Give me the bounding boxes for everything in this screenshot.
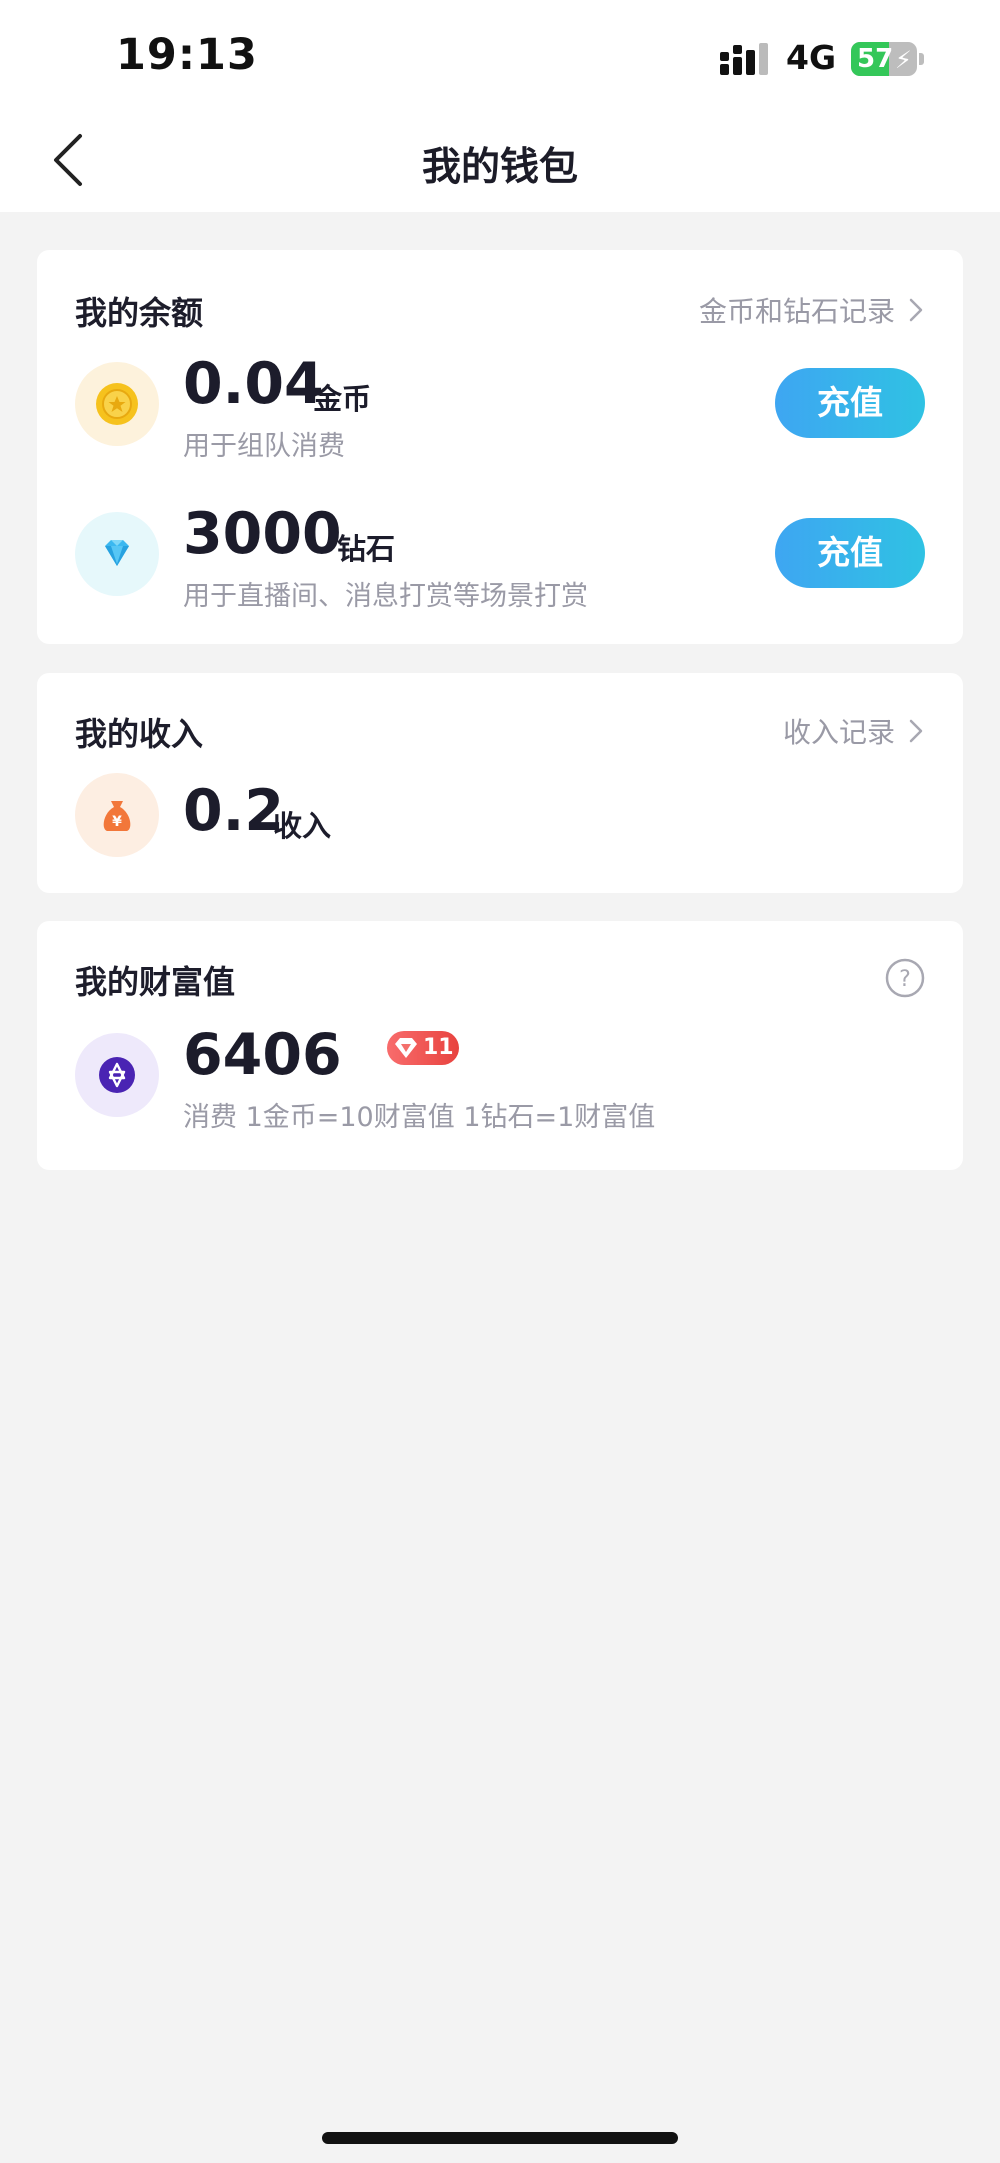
coin-diamond-records-label: 金币和钻石记录 <box>698 295 895 328</box>
heart-gem-icon <box>395 1038 417 1058</box>
diamond-icon-wrap <box>75 512 159 596</box>
income-amount: 0.2 <box>183 778 284 844</box>
diamond-amount: 3000 <box>183 501 342 567</box>
coin-diamond-records-link[interactable]: 金币和钻石记录 <box>699 290 923 330</box>
wealth-desc: 消费 1金币=10财富值 1钻石=1财富值 <box>183 1102 656 1133</box>
chevron-right-icon <box>909 719 923 743</box>
chevron-right-icon <box>909 298 923 322</box>
signal-icon <box>720 43 768 75</box>
network-type: 4G <box>786 38 837 77</box>
diamond-desc: 用于直播间、消息打赏等场景打赏 <box>183 581 588 612</box>
wealth-card: 我的财富值 ? 6406 11 消费 1金币=10财富值 1钻石=1财富值 <box>37 921 963 1170</box>
charging-bolt-icon: ⚡ <box>895 46 912 74</box>
page-title: 我的钱包 <box>421 145 578 190</box>
svg-text:?: ? <box>899 967 911 992</box>
income-title: 我的收入 <box>75 715 204 753</box>
income-records-link[interactable]: 收入记录 <box>783 711 923 751</box>
battery-icon: 57 ⚡ <box>851 42 925 76</box>
income-card: 我的收入 收入记录 ¥ 0.2 收入 <box>37 673 963 893</box>
diamond-recharge-button[interactable]: 充值 <box>775 518 925 588</box>
coin-recharge-button[interactable]: 充值 <box>775 368 925 438</box>
coin-amount: 0.04 <box>183 351 324 417</box>
money-bag-icon-wrap: ¥ <box>75 773 159 857</box>
wealth-level-badge: 11 <box>387 1031 459 1065</box>
status-time: 19:13 <box>116 30 258 80</box>
battery-cap <box>919 53 924 65</box>
balance-card: 我的余额 金币和钻石记录 0.04 金币 用于组队消费 充值 3000 钻石 用… <box>37 250 963 644</box>
income-records-label: 收入记录 <box>782 716 895 749</box>
income-unit: 收入 <box>273 809 332 843</box>
coin-desc: 用于组队消费 <box>183 431 345 462</box>
top-bar: 19:13 4G 57 ⚡ 我的钱包 <box>0 0 1000 212</box>
help-question-icon[interactable]: ? <box>885 958 925 998</box>
wealth-amount: 6406 <box>183 1022 342 1088</box>
home-indicator <box>322 2132 678 2144</box>
balance-title: 我的余额 <box>75 294 204 332</box>
coin-icon-wrap <box>75 362 159 446</box>
svg-text:¥: ¥ <box>112 814 122 830</box>
diamond-unit: 钻石 <box>337 532 396 566</box>
wealth-level-number: 11 <box>423 1035 454 1060</box>
star-badge-icon <box>99 1057 135 1093</box>
star-badge-icon-wrap <box>75 1033 159 1117</box>
diamond-icon <box>105 540 129 566</box>
wealth-title: 我的财富值 <box>75 963 236 1001</box>
battery-percent: 57 <box>857 44 894 74</box>
coin-unit: 金币 <box>313 382 372 416</box>
money-bag-icon: ¥ <box>103 801 131 831</box>
coin-icon <box>96 383 138 425</box>
